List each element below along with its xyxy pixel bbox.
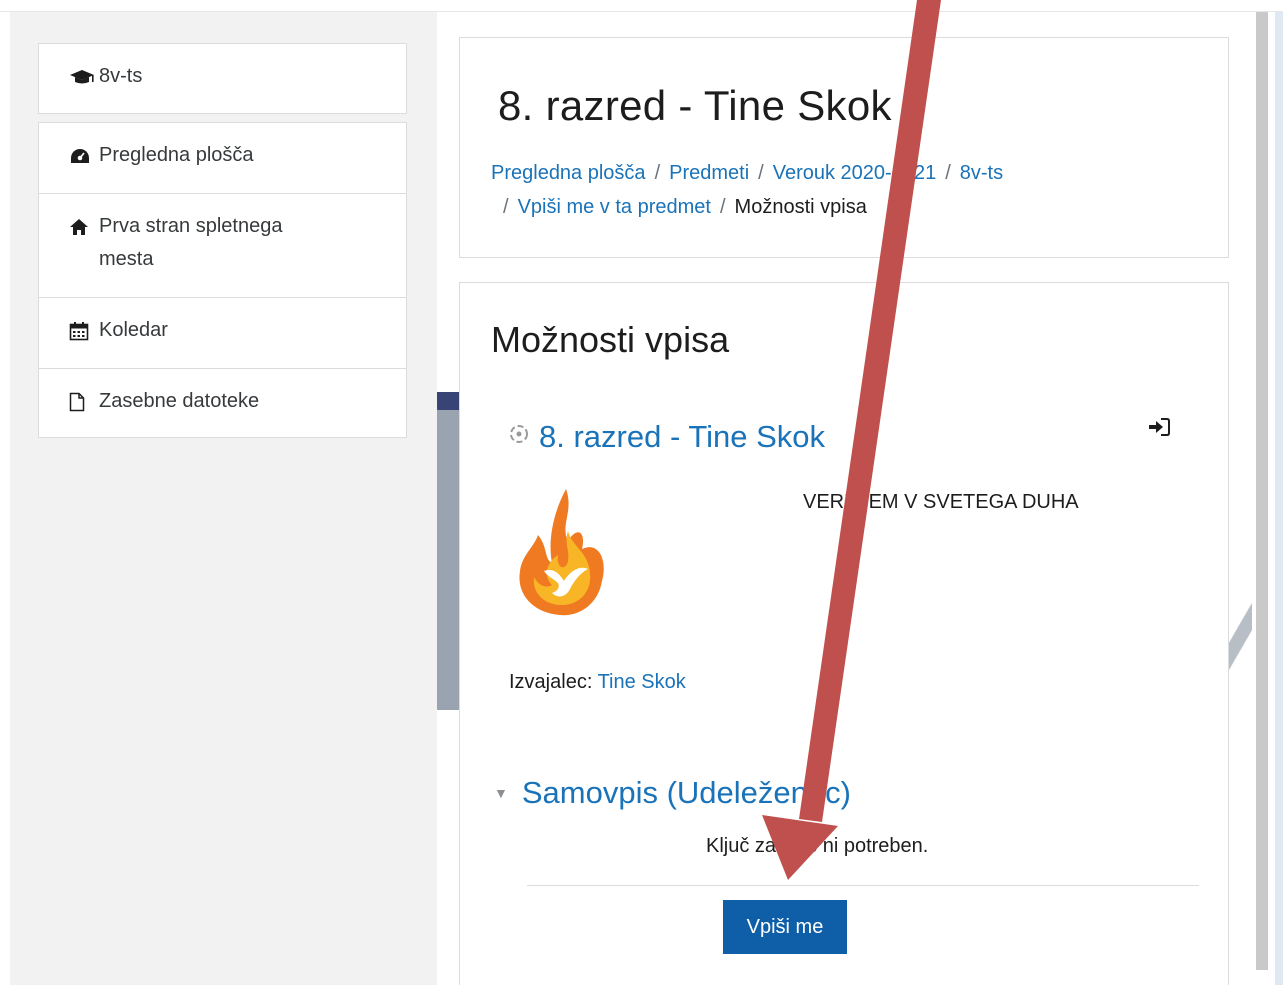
teacher-label: Izvajalec:	[509, 671, 593, 693]
enrolment-options-card: Možnosti vpisa 8. razred - Tine Skok VER…	[459, 282, 1229, 985]
scrollbar[interactable]	[1256, 0, 1268, 970]
enrolment-key-note: Ključ za vpis ni potreben.	[706, 835, 929, 857]
self-enrolment-toggle[interactable]: ▼ Samovpis (Udeleženec)	[494, 775, 851, 811]
file-icon	[69, 391, 99, 413]
course-icon	[509, 424, 529, 450]
course-image	[508, 485, 624, 619]
nav-item-label: 8v-ts	[99, 65, 143, 87]
nav-item-label: Prva stran spletnega mesta	[99, 215, 283, 270]
breadcrumb: Pregledna plošča / Predmeti / Verouk 2020-20…	[491, 156, 1131, 224]
nav-main-block: Pregledna plošča Prva stran spletnega me…	[38, 122, 407, 438]
course-teacher: Izvajalec: Tine Skok	[509, 671, 686, 694]
page-title: 8. razred - Tine Skok	[498, 82, 892, 129]
breadcrumb-separator: /	[719, 196, 726, 218]
course-name-link[interactable]: 8. razred - Tine Skok	[509, 419, 825, 455]
dashboard-icon	[69, 145, 99, 167]
decor-arc-inner	[437, 410, 459, 710]
nav-item-course[interactable]: 8v-ts	[39, 44, 406, 93]
enrol-me-button[interactable]: Vpiši me	[723, 900, 847, 954]
course-name-text: 8. razred - Tine Skok	[539, 419, 826, 454]
nav-item-home[interactable]: Prva stran spletnega mesta	[39, 194, 406, 276]
breadcrumb-separator: /	[945, 162, 951, 184]
home-icon	[69, 216, 99, 238]
course-summary: VERUJEM V SVETEGA DUHA	[803, 491, 1079, 513]
nav-item-label: Zasebne datoteke	[99, 390, 260, 412]
nav-item-calendar[interactable]: Koledar	[39, 298, 406, 347]
breadcrumb-separator: /	[654, 162, 661, 184]
calendar-icon	[69, 320, 99, 342]
self-enrolment-title: Samovpis (Udeleženec)	[521, 775, 851, 810]
breadcrumb-courses[interactable]: Predmeti	[669, 162, 749, 184]
nav-item-label: Koledar	[99, 319, 168, 341]
breadcrumb-current: Možnosti vpisa	[734, 196, 867, 218]
graduation-cap-icon	[69, 66, 99, 88]
nav-item-label: Pregledna plošča	[99, 144, 254, 166]
breadcrumb-dashboard[interactable]: Pregledna plošča	[491, 162, 646, 184]
breadcrumb-enrol[interactable]: Vpiši me v ta predmet	[518, 196, 711, 218]
top-bar	[0, 0, 1283, 12]
divider	[527, 885, 1199, 886]
nav-item-dashboard[interactable]: Pregledna plošča	[39, 123, 406, 172]
caret-down-icon: ▼	[494, 785, 508, 801]
breadcrumb-separator: /	[758, 162, 764, 184]
window-edge-blue	[1275, 0, 1283, 985]
section-title: Možnosti vpisa	[491, 319, 730, 360]
breadcrumb-course[interactable]: 8v-ts	[960, 162, 1003, 184]
nav-item-private-files[interactable]: Zasebne datoteke	[39, 369, 406, 418]
page-header: 8. razred - Tine Skok Pregledna plošča / P…	[459, 37, 1229, 258]
sign-in-icon[interactable]	[1148, 417, 1170, 443]
breadcrumb-category[interactable]: Verouk 2020-2021	[773, 162, 936, 184]
teacher-link[interactable]: Tine Skok	[598, 671, 686, 693]
nav-course-block: 8v-ts	[38, 43, 407, 114]
breadcrumb-separator: /	[503, 196, 509, 218]
